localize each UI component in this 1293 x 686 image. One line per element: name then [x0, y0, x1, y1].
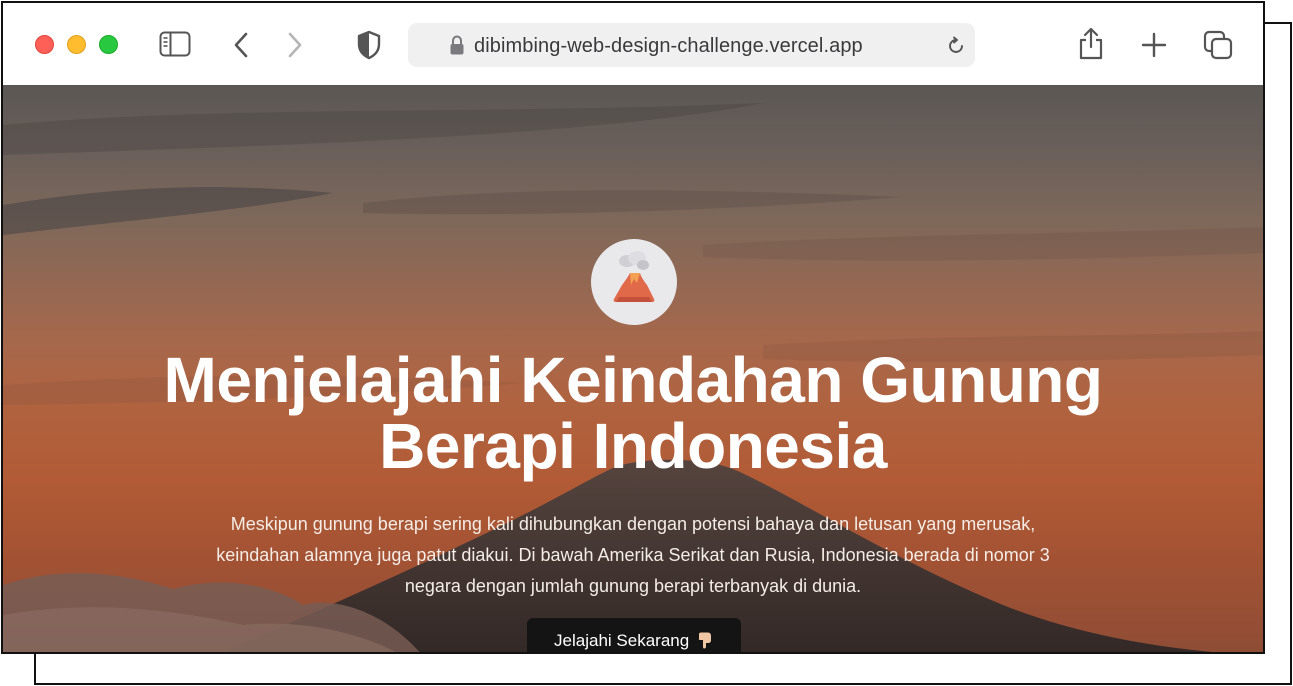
url-text[interactable]: dibimbing-web-design-challenge.vercel.ap…: [474, 35, 863, 58]
volcano-emoji-badge: [591, 239, 677, 325]
address-bar[interactable]: dibimbing-web-design-challenge.vercel.ap…: [408, 23, 975, 67]
hero-description-line-2: keindahan alamnya juga patut diakui. Di …: [216, 545, 1050, 565]
pointing-down-hand-icon: [698, 632, 711, 649]
plus-icon[interactable]: [1141, 32, 1167, 58]
lock-icon: [450, 35, 464, 55]
reload-icon[interactable]: [946, 36, 966, 56]
hero-headline-line-2: Berapi Indonesia: [379, 410, 887, 482]
close-window-button[interactable]: [35, 35, 54, 54]
hero-description-line-3: negara dengan jumlah gunung berapi terba…: [404, 576, 862, 596]
hero-description: Meskipun gunung berapi sering kali dihub…: [153, 509, 1113, 602]
hero-description-line-1: Meskipun gunung berapi sering kali dihub…: [230, 514, 1036, 534]
shield-icon[interactable]: [356, 30, 382, 60]
hero-headline-line-1: Menjelajahi Keindahan Gunung: [163, 344, 1103, 416]
minimize-window-button[interactable]: [67, 35, 86, 54]
hero-section: Menjelajahi Keindahan Gunung Berapi Indo…: [3, 85, 1263, 652]
sidebar-icon[interactable]: [159, 31, 191, 57]
chevron-right-icon[interactable]: [285, 31, 305, 59]
chevron-left-icon[interactable]: [231, 31, 251, 59]
volcano-icon: [613, 251, 655, 302]
zoom-window-button[interactable]: [99, 35, 118, 54]
tabs-overview-icon[interactable]: [1203, 30, 1233, 60]
browser-toolbar: dibimbing-web-design-challenge.vercel.ap…: [3, 3, 1263, 86]
explore-now-label: Jelajahi Sekarang: [554, 631, 690, 650]
browser-window: dibimbing-web-design-challenge.vercel.ap…: [1, 1, 1265, 654]
share-icon[interactable]: [1077, 27, 1105, 61]
explore-now-button[interactable]: Jelajahi Sekarang: [527, 618, 741, 652]
hero-headline: Menjelajahi Keindahan Gunung Berapi Indo…: [3, 347, 1263, 479]
